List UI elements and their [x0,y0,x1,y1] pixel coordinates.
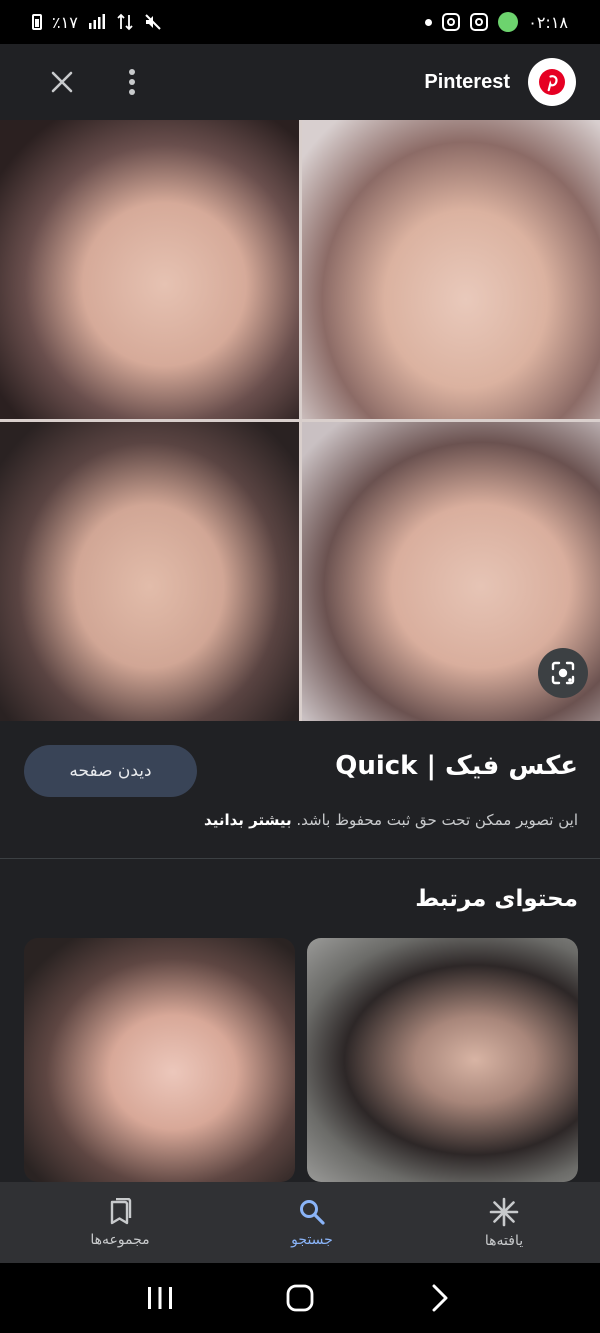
more-vert-icon [129,69,135,95]
app-bar: Pinterest [0,44,600,120]
recent-apps-icon [148,1287,172,1309]
back-icon [432,1284,448,1312]
copyright-text: این تصویر ممکن تحت حق ثبت محفوظ باشد. [296,811,578,829]
back-button[interactable] [416,1274,464,1322]
related-image-card[interactable] [307,938,578,1182]
collections-icon [110,1197,132,1224]
brand-name: Pinterest [424,70,510,93]
page-title[interactable]: عکس فیک | Quick [335,751,578,781]
related-content-title: محتوای مرتبط [415,886,578,912]
nav-item-search[interactable]: جستجو [262,1182,362,1263]
image-tile [0,120,299,419]
related-image-card[interactable] [24,938,295,1182]
status-left: ٪۱۷ [32,13,162,32]
main-image[interactable] [0,120,600,721]
network-icon [117,13,133,31]
home-button[interactable] [276,1274,324,1322]
home-icon [286,1284,314,1312]
pinterest-logo-icon [528,58,576,106]
instagram-icon [442,13,461,31]
instagram-icon [470,13,489,31]
bottom-nav: مجموعه‌ها جستجو یافته‌ها [0,1182,600,1263]
related-grid [24,938,578,1182]
divider [0,858,600,859]
source-brand[interactable]: Pinterest [424,58,576,106]
image-tile [301,120,600,419]
nav-label-search: جستجو [291,1231,333,1248]
google-lens-icon [551,661,575,685]
notification-dot-icon [425,18,433,26]
signal-icon [88,14,105,29]
close-icon [51,71,73,93]
image-info: دیدن صفحه عکس فیک | Quick این تصویر ممکن… [0,721,600,859]
search-icon [300,1199,325,1225]
visit-page-button[interactable]: دیدن صفحه [24,745,197,797]
app-bar-actions [44,64,150,100]
more-options-button[interactable] [114,64,150,100]
mute-icon [145,14,161,30]
battery-percent: ٪۱۷ [52,12,78,32]
copyright-notice: این تصویر ممکن تحت حق ثبت محفوظ باشد. بی… [204,811,578,829]
nav-label-collections: مجموعه‌ها [90,1231,150,1248]
system-nav-bar [0,1263,600,1333]
nav-item-collections[interactable]: مجموعه‌ها [70,1182,170,1263]
status-right: ۰۲:۱۸ [425,12,568,32]
learn-more-link[interactable]: بیشتر بدانید [204,811,292,829]
app-icon [498,12,519,32]
battery-icon [32,14,42,30]
nav-label-discover: یافته‌ها [484,1232,524,1249]
nav-item-discover[interactable]: یافته‌ها [454,1182,554,1263]
status-time: ۰۲:۱۸ [528,12,568,32]
discover-icon [489,1197,519,1226]
status-bar: ٪۱۷ ۰۲:۱۸ [0,0,600,44]
recent-apps-button[interactable] [136,1274,184,1322]
image-tile [0,422,299,721]
close-button[interactable] [44,64,80,100]
google-lens-button[interactable] [538,648,588,698]
